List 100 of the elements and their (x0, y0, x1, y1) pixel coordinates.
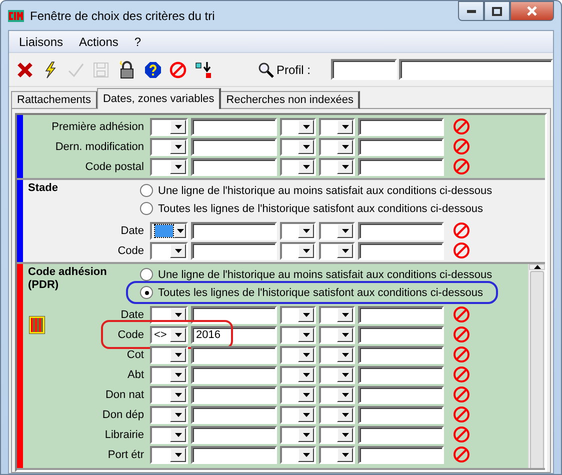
dropdown-button[interactable] (337, 120, 353, 134)
clear-icon[interactable] (453, 158, 470, 175)
dropdown[interactable] (150, 118, 188, 136)
clear-icon[interactable] (453, 242, 470, 259)
dropdown-button[interactable] (298, 244, 314, 258)
clear-icon[interactable] (453, 426, 470, 443)
radio-option[interactable]: Une ligne de l'historique au moins satisfait aux conditions ci-dessous (140, 183, 492, 198)
dropdown-button[interactable] (170, 244, 186, 258)
dropdown-button[interactable] (337, 160, 353, 174)
dropdown-button[interactable] (298, 348, 314, 362)
scrollbar[interactable] (528, 264, 545, 468)
dropdown-button[interactable] (170, 140, 186, 154)
dropdown-button[interactable] (337, 388, 353, 402)
profile-code-field[interactable] (330, 59, 398, 80)
dropdown[interactable] (319, 118, 355, 136)
value-field[interactable] (358, 242, 444, 260)
value-field[interactable] (358, 158, 444, 176)
dropdown[interactable] (319, 326, 355, 344)
value-field[interactable] (358, 446, 444, 464)
dropdown-button[interactable] (298, 368, 314, 382)
value-field[interactable] (191, 306, 277, 324)
dropdown[interactable] (280, 366, 316, 384)
dropdown-button[interactable] (337, 428, 353, 442)
value-field[interactable]: 2016 (191, 326, 277, 344)
value-field[interactable] (358, 406, 444, 424)
value-field[interactable] (358, 306, 444, 324)
radio-option[interactable]: Une ligne de l'historique au moins satisfait aux conditions ci-dessous (140, 267, 492, 282)
value-field[interactable] (191, 242, 277, 260)
dropdown[interactable] (280, 386, 316, 404)
clear-icon[interactable] (453, 222, 470, 239)
value-field[interactable] (358, 426, 444, 444)
clear-icon[interactable] (453, 366, 470, 383)
dropdown-button[interactable] (170, 448, 186, 462)
dropdown[interactable] (150, 366, 188, 384)
dropdown-button[interactable] (337, 368, 353, 382)
value-field[interactable] (191, 118, 277, 136)
dropdown-button[interactable] (298, 328, 314, 342)
menu-item[interactable]: Liaisons (13, 34, 70, 48)
value-field[interactable] (191, 366, 277, 384)
minimize-button[interactable] (458, 1, 484, 21)
dropdown[interactable] (280, 426, 316, 444)
dropdown[interactable] (319, 158, 355, 176)
dropdown[interactable] (319, 386, 355, 404)
dropdown[interactable]: <> (150, 326, 188, 344)
dropdown[interactable] (150, 426, 188, 444)
dropdown-button[interactable] (337, 224, 353, 238)
dropdown-button[interactable] (337, 308, 353, 322)
radio-button[interactable] (140, 286, 153, 299)
value-field[interactable] (191, 426, 277, 444)
value-field[interactable] (358, 326, 444, 344)
radio-option[interactable]: Toutes les lignes de l'historique satisfont aux conditions ci-dessous (140, 201, 492, 216)
value-field[interactable] (358, 386, 444, 404)
value-field[interactable] (191, 346, 277, 364)
menu-item[interactable]: ? (128, 34, 148, 48)
dropdown[interactable] (150, 242, 188, 260)
dropdown-button[interactable] (337, 140, 353, 154)
dropdown-button[interactable] (298, 224, 314, 238)
dropdown-button[interactable] (174, 224, 186, 238)
dropdown-button[interactable] (298, 140, 314, 154)
dropdown-button[interactable] (337, 448, 353, 462)
dropdown[interactable] (150, 446, 188, 464)
dropdown-button[interactable] (170, 160, 186, 174)
value-field[interactable] (191, 386, 277, 404)
tab[interactable]: Rattachements (11, 91, 98, 109)
value-field[interactable] (358, 346, 444, 364)
dropdown[interactable] (319, 222, 355, 240)
dropdown[interactable] (280, 138, 316, 156)
dropdown[interactable] (280, 242, 316, 260)
clear-icon[interactable] (453, 406, 470, 423)
value-field[interactable] (358, 222, 444, 240)
dropdown-button[interactable] (298, 388, 314, 402)
dropdown-button[interactable] (337, 244, 353, 258)
dropdown[interactable] (280, 346, 316, 364)
dropdown-button[interactable] (298, 308, 314, 322)
tab[interactable]: Recherches non indexées (220, 91, 360, 109)
dropdown[interactable] (280, 406, 316, 424)
dropdown[interactable] (319, 242, 355, 260)
dropdown[interactable] (319, 366, 355, 384)
close-button[interactable] (510, 1, 554, 21)
dropdown[interactable] (150, 386, 188, 404)
dropdown[interactable] (319, 406, 355, 424)
dropdown[interactable] (150, 346, 188, 364)
search-icon[interactable] (258, 62, 274, 78)
dropdown[interactable] (280, 446, 316, 464)
dropdown[interactable] (319, 346, 355, 364)
dropdown-button[interactable] (298, 160, 314, 174)
scroll-thumb[interactable] (530, 271, 544, 468)
dropdown[interactable] (319, 426, 355, 444)
dropdown-button[interactable] (337, 348, 353, 362)
dropdown-button[interactable] (298, 408, 314, 422)
dropdown-button[interactable] (337, 408, 353, 422)
dropdown-button[interactable] (298, 448, 314, 462)
scroll-up-button[interactable] (529, 264, 545, 270)
dropdown-button[interactable] (298, 428, 314, 442)
dropdown-button[interactable] (170, 308, 186, 322)
dropdown[interactable] (280, 306, 316, 324)
radio-button[interactable] (140, 202, 153, 215)
clear-icon[interactable] (453, 346, 470, 363)
dropdown-button[interactable] (298, 120, 314, 134)
radio-option[interactable]: Toutes les lignes de l'historique satisfont aux conditions ci-dessous (140, 285, 492, 300)
